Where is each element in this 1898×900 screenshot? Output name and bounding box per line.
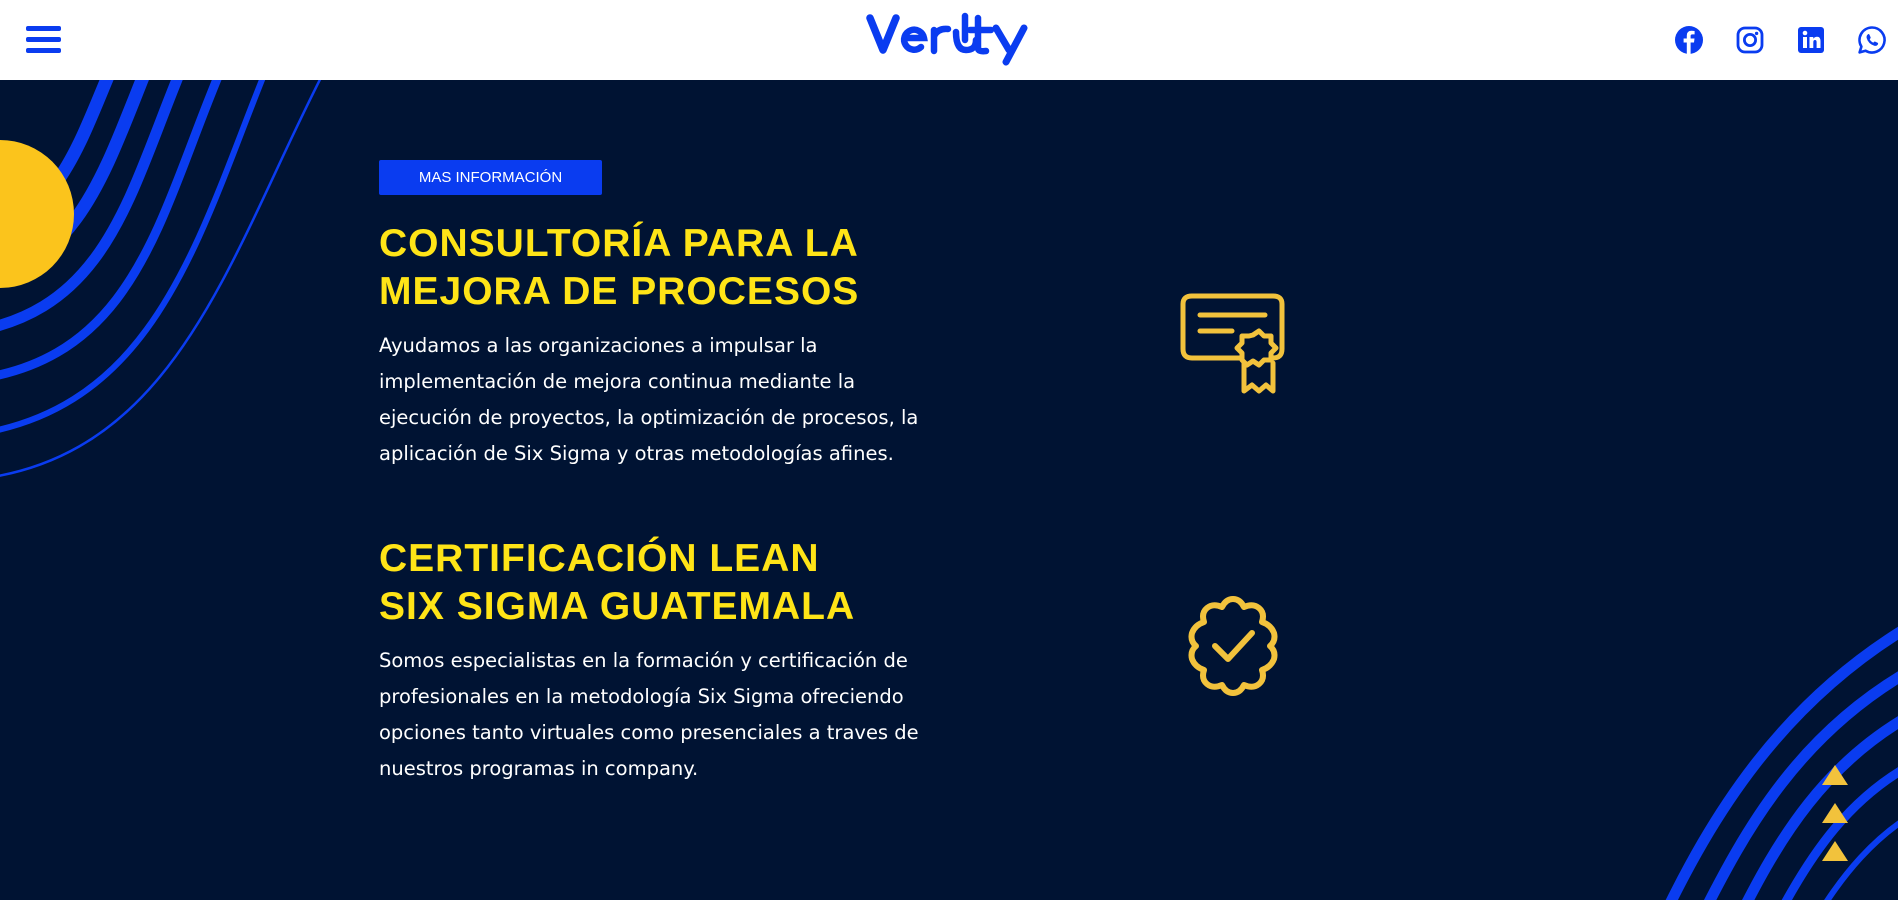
decorative-background: [0, 80, 1898, 900]
hamburger-menu-icon[interactable]: [26, 24, 62, 56]
consulting-description: Ayudamos a las organizaciones a impulsar…: [379, 334, 919, 465]
whatsapp-icon[interactable]: [1856, 24, 1888, 56]
consulting-heading: CONSULTORÍA PARA LA MEJORA DE PROCESOS: [379, 220, 939, 316]
linkedin-icon[interactable]: [1795, 24, 1827, 56]
certification-heading: CERTIFICACIÓN LEAN SIX SIGMA GUATEMALA: [379, 535, 939, 631]
consulting-heading-line2: MEJORA DE PROCESOS: [379, 270, 860, 313]
consulting-heading-line1: CONSULTORÍA PARA LA: [379, 222, 859, 265]
facebook-icon[interactable]: [1673, 24, 1705, 56]
verity-logo[interactable]: [866, 10, 1032, 68]
certification-description: Somos especialistas en la formación y ce…: [379, 649, 919, 780]
more-info-button[interactable]: MAS INFORMACIÓN: [379, 160, 602, 195]
verified-badge-icon: [1180, 593, 1286, 704]
services-section: MAS INFORMACIÓN CONSULTORÍA PARA LA MEJO…: [0, 80, 1898, 900]
certification-heading-line1: CERTIFICACIÓN LEAN: [379, 537, 820, 580]
top-navigation-bar: [0, 0, 1898, 80]
instagram-icon[interactable]: [1734, 24, 1766, 56]
certificate-icon: [1180, 293, 1288, 400]
certification-heading-line2: SIX SIGMA GUATEMALA: [379, 585, 856, 628]
